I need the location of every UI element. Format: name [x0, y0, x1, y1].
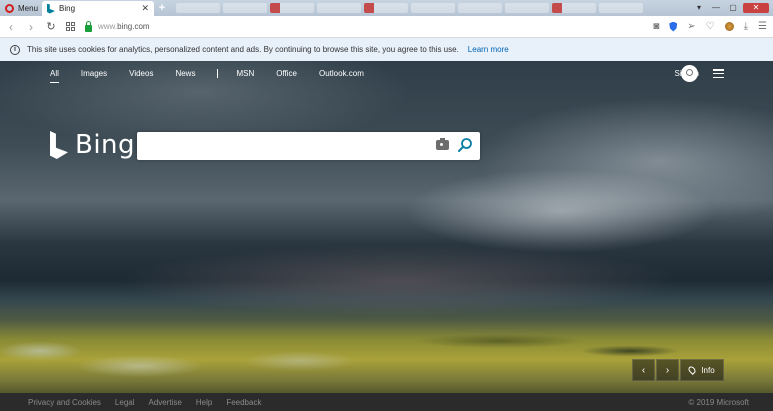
easy-setup-icon[interactable]: ☰	[758, 21, 767, 32]
background-tab[interactable]	[458, 3, 502, 13]
bing-logo-mark	[50, 131, 68, 159]
search-icon[interactable]	[457, 137, 473, 153]
info-label: Info	[701, 365, 715, 375]
avatar-icon[interactable]	[681, 65, 698, 82]
background-tab[interactable]	[223, 3, 267, 13]
menu-label: Menu	[18, 3, 39, 13]
search-box	[137, 132, 480, 160]
window-close-icon[interactable]: ✕	[743, 3, 769, 13]
cookie-notice: i This site uses cookies for analytics, …	[0, 38, 773, 61]
info-icon: i	[10, 44, 20, 55]
new-tab-button[interactable]: +	[154, 0, 170, 16]
nav-separator	[217, 69, 219, 78]
url-domain: bing.com	[117, 22, 150, 31]
maximize-icon[interactable]: ▢	[726, 3, 740, 13]
back-icon[interactable]: ‹	[6, 20, 16, 34]
previous-image-button[interactable]: ‹	[632, 359, 655, 381]
footer-link-privacy[interactable]: Privacy and Cookies	[28, 398, 101, 407]
location-pin-icon	[687, 364, 698, 375]
url-prefix: www.	[98, 22, 118, 31]
background-tab[interactable]	[552, 3, 596, 13]
scope-nav: All Images Videos News MSN Office Outloo…	[50, 69, 386, 83]
heart-icon[interactable]: ♡	[706, 21, 715, 32]
nav-item-office[interactable]: Office	[276, 69, 297, 78]
background-tab[interactable]	[411, 3, 455, 13]
footer-link-help[interactable]: Help	[196, 398, 212, 407]
search-input[interactable]	[145, 138, 425, 154]
footer-link-advertise[interactable]: Advertise	[149, 398, 182, 407]
nav-item-msn[interactable]: MSN	[236, 69, 254, 78]
copyright: © 2019 Microsoft	[688, 397, 749, 407]
cookie-notice-text: This site uses cookies for analytics, pe…	[27, 45, 459, 54]
background-tab[interactable]	[317, 3, 361, 13]
speed-dial-icon[interactable]	[66, 22, 75, 31]
send-icon[interactable]: ➢	[687, 21, 695, 32]
nav-item-images[interactable]: Images	[81, 69, 107, 78]
address-bar: ‹ › ↻ www.bing.com ◙ ➢ ♡ ⤓ ☰	[0, 16, 773, 38]
opera-icon	[5, 3, 14, 13]
nav-item-news[interactable]: News	[175, 69, 195, 78]
tab-title: Bing	[59, 4, 76, 13]
background-tab[interactable]	[270, 3, 314, 13]
bing-wordmark: Bing	[75, 130, 136, 160]
address-bar-tools: ◙ ➢ ♡ ⤓ ☰	[653, 21, 767, 32]
adblock-shield-icon[interactable]	[669, 21, 678, 32]
camera-icon[interactable]	[436, 138, 449, 150]
tab-bing[interactable]: Bing ✕	[42, 1, 154, 16]
tab-menu-icon[interactable]: ▾	[692, 3, 706, 13]
background-tabs	[170, 0, 692, 16]
bing-logo[interactable]: Bing	[50, 130, 135, 160]
snapshot-icon[interactable]: ◙	[653, 21, 659, 32]
bing-favicon	[47, 3, 55, 14]
nav-item-outlook[interactable]: Outlook.com	[319, 69, 364, 78]
close-tab-icon[interactable]: ✕	[141, 3, 149, 14]
background-tab[interactable]	[364, 3, 408, 13]
image-info-button[interactable]: Info	[680, 359, 724, 381]
url-field[interactable]: www.bing.com	[98, 22, 150, 31]
background-tab[interactable]	[176, 3, 220, 13]
footer-link-feedback[interactable]: Feedback	[226, 398, 261, 407]
window-controls: ▾ — ▢ ✕	[692, 0, 773, 16]
browser-tab-bar: Menu Bing ✕ + ▾ — ▢ ✕	[0, 0, 773, 16]
extension-icon[interactable]	[724, 22, 734, 31]
background-tab[interactable]	[599, 3, 643, 13]
nav-item-all[interactable]: All	[50, 69, 59, 83]
forward-icon[interactable]: ›	[26, 20, 36, 34]
background-tab[interactable]	[505, 3, 549, 13]
learn-more-link[interactable]: Learn more	[468, 45, 509, 54]
footer: Privacy and Cookies Legal Advertise Help…	[0, 393, 773, 411]
minimize-icon[interactable]: —	[709, 3, 723, 13]
opera-menu-button[interactable]: Menu	[0, 0, 42, 16]
next-image-button[interactable]: ›	[656, 359, 679, 381]
footer-link-legal[interactable]: Legal	[115, 398, 135, 407]
download-icon[interactable]: ⤓	[744, 21, 748, 32]
lock-icon[interactable]	[85, 20, 92, 32]
nav-item-videos[interactable]: Videos	[129, 69, 153, 78]
hamburger-icon[interactable]	[713, 69, 724, 78]
background-image	[0, 61, 773, 393]
reload-icon[interactable]: ↻	[46, 20, 56, 33]
